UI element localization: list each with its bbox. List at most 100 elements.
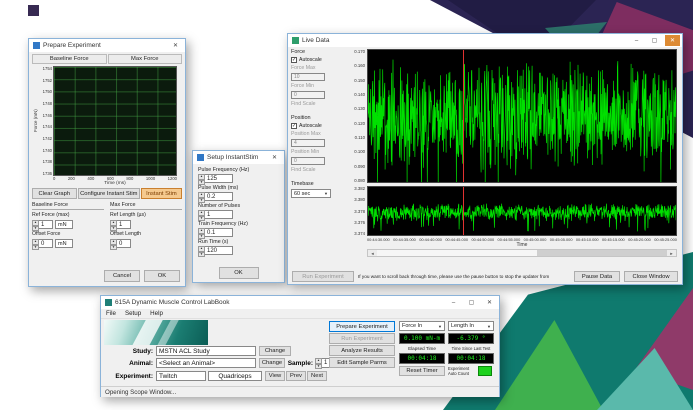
- offset-force-unit-select[interactable]: mN: [55, 239, 73, 248]
- force-find-scale-button[interactable]: Find Scale: [291, 101, 341, 107]
- prev-button[interactable]: Prev: [286, 371, 306, 381]
- force-max-field[interactable]: 10: [291, 73, 325, 81]
- maximize-icon[interactable]: ▢: [647, 35, 662, 46]
- tick-label: 1740: [43, 148, 52, 153]
- position-find-scale-button[interactable]: Find Scale: [291, 167, 341, 173]
- position-strip-chart[interactable]: [367, 186, 677, 236]
- decrement-icon[interactable]: ▼: [315, 364, 322, 370]
- tick-label: 0.110: [355, 135, 365, 140]
- analyze-results-button[interactable]: Analyze Results: [329, 345, 395, 356]
- muscle-field[interactable]: Quadriceps: [208, 371, 262, 381]
- view-button[interactable]: View: [265, 371, 285, 381]
- checkbox-check-icon: ✓: [291, 57, 297, 63]
- pause-data-button[interactable]: Pause Data: [574, 271, 620, 282]
- force-strip-chart[interactable]: [367, 49, 677, 183]
- cancel-button[interactable]: Cancel: [104, 270, 140, 282]
- length-in-value: Length In: [451, 323, 474, 329]
- number-of-pulses-input[interactable]: ▲▼ 1: [198, 210, 279, 219]
- scroll-left-icon[interactable]: ◄: [368, 250, 377, 256]
- run-experiment-button[interactable]: Run Experiment: [329, 333, 395, 344]
- pulse-frequency-input[interactable]: ▲▼ 125: [198, 174, 279, 183]
- scroll-right-icon[interactable]: ►: [667, 250, 676, 256]
- animal-field[interactable]: <Select an Animal>: [156, 358, 256, 368]
- run-experiment-button[interactable]: Run Experiment: [292, 271, 354, 282]
- timebase-select[interactable]: 60 sec ▼: [291, 189, 331, 198]
- y-axis-ticks: 1754175217501748174617441742174017381736: [39, 66, 53, 176]
- scrollbar-thumb[interactable]: [537, 250, 668, 256]
- ref-force-spinner[interactable]: ▲ ▼ 1: [32, 220, 53, 229]
- x-axis-label: Time (ms): [53, 181, 177, 186]
- minimize-icon[interactable]: –: [629, 35, 644, 46]
- force-autoscale-checkbox[interactable]: ✓ Autoscale: [291, 57, 341, 63]
- ref-force-label: Ref Force (max): [32, 212, 104, 218]
- next-button[interactable]: Next: [307, 371, 327, 381]
- pulse-width-value[interactable]: 0.2: [205, 192, 233, 201]
- titlebar[interactable]: Live Data – ▢ ✕: [288, 34, 682, 47]
- run-time-value[interactable]: 120: [205, 246, 233, 255]
- train-frequency-value[interactable]: 0.1: [205, 228, 233, 237]
- offset-length-value[interactable]: 0: [117, 239, 131, 248]
- offset-length-spinner[interactable]: ▲ ▼ 0: [110, 239, 131, 248]
- decrement-icon[interactable]: ▼: [198, 252, 205, 258]
- reset-timer-button[interactable]: Reset Timer: [399, 366, 445, 376]
- titlebar[interactable]: 615A Dynamic Muscle Control LabBook – ▢ …: [101, 296, 499, 309]
- length-in-select[interactable]: Length In ▼: [448, 321, 494, 331]
- setup-instantstim-window: Setup InstantStim ✕ Pulse Frequency (Hz)…: [192, 150, 285, 283]
- experiment-field[interactable]: Twitch: [156, 371, 206, 381]
- ok-button[interactable]: OK: [219, 267, 259, 279]
- titlebar[interactable]: Setup InstantStim ✕: [193, 151, 284, 164]
- number-of-pulses-value[interactable]: 1: [205, 210, 233, 219]
- menu-help[interactable]: Help: [150, 310, 163, 317]
- position-autoscale-checkbox[interactable]: ✓ Autoscale: [291, 123, 341, 129]
- clear-graph-button[interactable]: Clear Graph: [32, 188, 77, 199]
- menu-file[interactable]: File: [106, 310, 116, 317]
- baseline-force-tab[interactable]: Baseline Force: [32, 54, 107, 64]
- pulse-width-input[interactable]: ▲▼ 0.2: [198, 192, 279, 201]
- animal-change-button[interactable]: Change: [259, 358, 285, 368]
- maximize-icon[interactable]: ▢: [464, 297, 479, 308]
- menu-setup[interactable]: Setup: [125, 310, 141, 317]
- train-frequency-input[interactable]: ▲▼ 0.1: [198, 228, 279, 237]
- ref-force-value[interactable]: 1: [39, 220, 53, 229]
- position-y-axis-ticks: 3.3823.3803.3783.3763.374: [343, 186, 367, 236]
- scrollbar-track[interactable]: [377, 250, 667, 256]
- close-icon[interactable]: ✕: [267, 152, 282, 163]
- ref-length-spinner[interactable]: ▲ ▼ 1: [110, 220, 131, 229]
- ref-length-value[interactable]: 1: [117, 220, 131, 229]
- max-force-tab[interactable]: Max Force: [108, 54, 183, 64]
- time-cursor[interactable]: [463, 50, 464, 182]
- time-since-label: Time Since Last Test: [448, 346, 494, 351]
- force-min-field[interactable]: 0: [291, 91, 325, 99]
- titlebar[interactable]: Prepare Experiment ✕: [29, 39, 185, 52]
- time-cursor[interactable]: [463, 187, 464, 235]
- edit-sample-parms-button[interactable]: Edit Sample Parms: [329, 357, 395, 368]
- instant-stim-button[interactable]: Instant Stim: [141, 188, 182, 199]
- run-time-input[interactable]: ▲▼ 120: [198, 246, 279, 255]
- position-section-label: Position: [291, 115, 341, 121]
- offset-force-value[interactable]: 0: [39, 239, 53, 248]
- ref-force-unit-select[interactable]: mN: [55, 220, 73, 229]
- offset-force-spinner[interactable]: ▲ ▼ 0: [32, 239, 53, 248]
- tick-label: 0.170: [354, 49, 365, 54]
- position-min-field[interactable]: 0: [291, 157, 325, 165]
- pulse-frequency-value[interactable]: 125: [205, 174, 233, 183]
- ok-button[interactable]: OK: [144, 270, 180, 282]
- minimize-icon[interactable]: –: [446, 297, 461, 308]
- window-icon: [292, 37, 299, 44]
- close-icon[interactable]: ✕: [168, 40, 183, 51]
- decrement-icon[interactable]: ▼: [32, 245, 39, 251]
- force-in-select[interactable]: Force In ▼: [399, 321, 445, 331]
- force-in-value: Force In: [402, 323, 422, 329]
- position-max-field[interactable]: 4: [291, 139, 325, 147]
- study-change-button[interactable]: Change: [259, 346, 291, 356]
- window-icon: [33, 42, 40, 49]
- time-scrollbar[interactable]: ◄ ►: [367, 249, 677, 257]
- close-icon[interactable]: ✕: [482, 297, 497, 308]
- study-field[interactable]: MSTN ACL Study: [156, 346, 256, 356]
- prepare-graph-plot[interactable]: [53, 66, 177, 176]
- close-window-button[interactable]: Close Window: [624, 271, 678, 282]
- decrement-icon[interactable]: ▼: [110, 245, 117, 251]
- configure-instant-stim-button[interactable]: Configure Instant Stim: [78, 188, 140, 199]
- prepare-experiment-button[interactable]: Prepare Experiment: [329, 321, 395, 332]
- close-icon[interactable]: ✕: [665, 35, 680, 46]
